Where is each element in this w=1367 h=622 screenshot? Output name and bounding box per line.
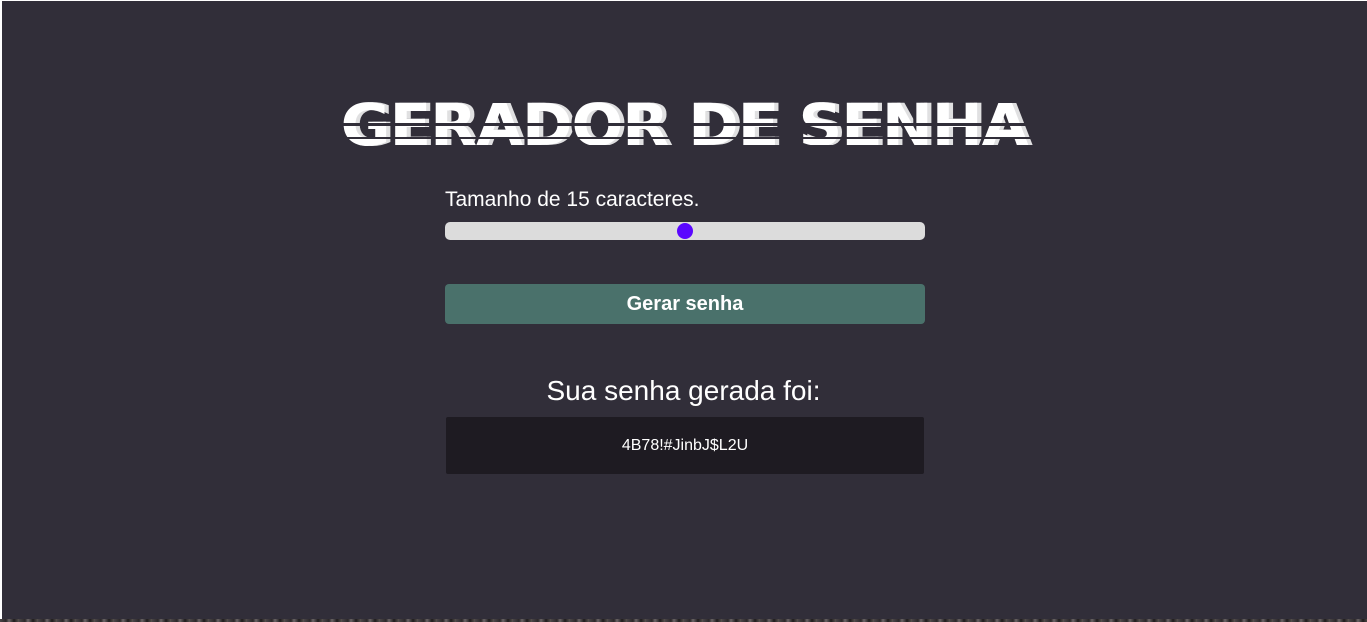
generated-password-field[interactable]: 4B78!#JinbJ$L2U bbox=[446, 417, 924, 474]
length-label: Tamanho de 15 caracteres. bbox=[445, 188, 700, 211]
generate-password-button[interactable]: Gerar senha bbox=[445, 284, 925, 324]
logo: GERADOR DE SENHA bbox=[2, 85, 1367, 165]
result-title: Sua senha gerada foi: bbox=[546, 375, 821, 406]
length-slider[interactable] bbox=[445, 222, 925, 240]
logo-glitch-line bbox=[411, 145, 1231, 147]
logo-glitch-line bbox=[2, 123, 1367, 126]
slider-thumb[interactable] bbox=[677, 223, 693, 239]
logo-glitch-line bbox=[2, 137, 1367, 139]
